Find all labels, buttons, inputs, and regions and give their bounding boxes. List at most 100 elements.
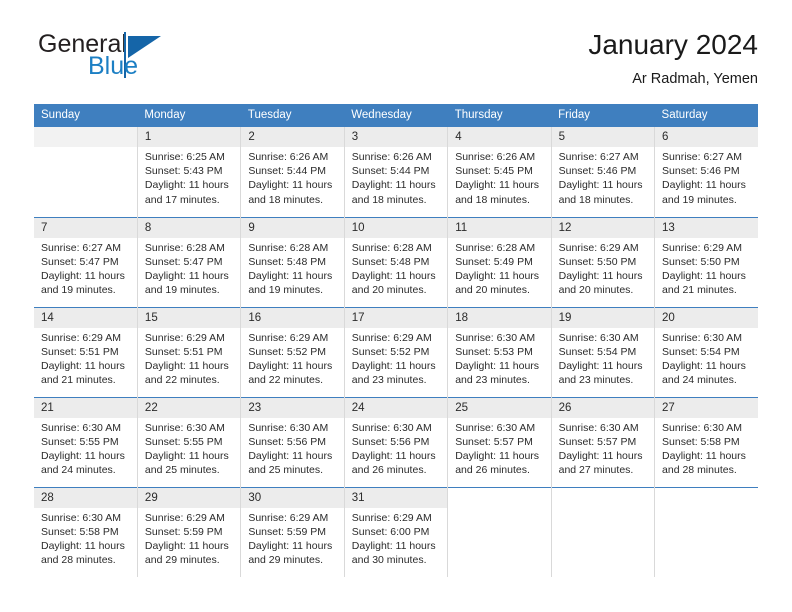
daylight-text: Daylight: 11 hours and 29 minutes. (144, 539, 229, 567)
calendar-day-cell[interactable]: 11 Sunrise: 6:28 AM Sunset: 5:49 PM Dayligh… (447, 216, 552, 307)
day-details: Sunrise: 6:26 AM Sunset: 5:45 PM Daylight:… (448, 147, 550, 207)
day-number: 24 (344, 397, 448, 418)
day-details: Sunrise: 6:29 AM Sunset: 5:52 PM Daylight:… (345, 328, 447, 388)
calendar-day-cell[interactable]: 26 Sunrise: 6:30 AM Sunset: 5:57 PM Dayligh… (551, 396, 656, 487)
sunrise-text: Sunrise: 6:30 AM (662, 331, 742, 344)
calendar-day-cell[interactable]: 31 Sunrise: 6:29 AM Sunset: 6:00 PM Dayligh… (344, 486, 449, 577)
daylight-text: Daylight: 11 hours and 26 minutes. (351, 449, 436, 477)
daylight-text: Daylight: 11 hours and 19 minutes. (248, 269, 333, 297)
calendar-day-cell[interactable]: 18 Sunrise: 6:30 AM Sunset: 5:53 PM Dayligh… (447, 306, 552, 397)
sunset-text: Sunset: 6:00 PM (351, 525, 430, 538)
calendar-day-cell[interactable]: 12 Sunrise: 6:29 AM Sunset: 5:50 PM Dayligh… (551, 216, 656, 307)
sunset-text: Sunset: 5:48 PM (351, 255, 430, 268)
sunset-text: Sunset: 5:56 PM (351, 435, 430, 448)
calendar-day-cell[interactable]: 14 Sunrise: 6:29 AM Sunset: 5:51 PM Dayligh… (34, 306, 138, 397)
day-number: 28 (34, 487, 137, 508)
sunrise-text: Sunrise: 6:30 AM (41, 511, 121, 524)
calendar-day-cell[interactable]: 7 Sunrise: 6:27 AM Sunset: 5:47 PM Daylight… (34, 216, 138, 307)
day-number: 11 (448, 217, 551, 238)
sunset-text: Sunset: 5:58 PM (662, 435, 740, 448)
calendar-day-cell[interactable]: 25 Sunrise: 6:30 AM Sunset: 5:57 PM Dayligh… (447, 396, 552, 487)
day-number: 12 (551, 217, 655, 238)
sunrise-text: Sunrise: 6:30 AM (248, 421, 329, 434)
sunrise-text: Sunrise: 6:30 AM (144, 421, 225, 434)
daylight-text: Daylight: 11 hours and 19 minutes. (662, 179, 746, 206)
calendar-week-row: 1 Sunrise: 6:25 AM Sunset: 5:43 PM Daylight… (34, 127, 758, 217)
day-number: 10 (344, 217, 448, 238)
sunrise-text: Sunrise: 6:30 AM (558, 331, 639, 344)
calendar-day-cell[interactable]: 29 Sunrise: 6:29 AM Sunset: 5:59 PM Dayligh… (137, 486, 242, 577)
calendar-day-cell[interactable]: 20 Sunrise: 6:30 AM Sunset: 5:54 PM Dayligh… (654, 306, 758, 397)
calendar-day-cell[interactable]: 19 Sunrise: 6:30 AM Sunset: 5:54 PM Dayligh… (551, 306, 656, 397)
general-blue-logo[interactable]: General Blue (34, 28, 244, 90)
calendar-day-cell[interactable]: 16 Sunrise: 6:29 AM Sunset: 5:52 PM Dayligh… (240, 306, 345, 397)
day-details: Sunrise: 6:29 AM Sunset: 5:59 PM Daylight:… (241, 508, 343, 568)
sunset-text: Sunset: 5:47 PM (144, 255, 223, 268)
sunrise-text: Sunrise: 6:30 AM (662, 421, 742, 434)
calendar-day-cell[interactable]: 22 Sunrise: 6:30 AM Sunset: 5:55 PM Dayligh… (137, 396, 242, 487)
day-details: Sunrise: 6:27 AM Sunset: 5:46 PM Daylight:… (552, 147, 654, 207)
calendar-day-cell[interactable]: 5 Sunrise: 6:27 AM Sunset: 5:46 PM Daylight… (551, 127, 656, 217)
day-details: Sunrise: 6:30 AM Sunset: 5:55 PM Daylight:… (34, 418, 137, 478)
day-number: 26 (551, 397, 655, 418)
day-number: 31 (344, 487, 448, 508)
daylight-text: Daylight: 11 hours and 30 minutes. (351, 539, 436, 567)
day-number: 23 (241, 397, 344, 418)
calendar-day-cell[interactable]: 13 Sunrise: 6:29 AM Sunset: 5:50 PM Dayligh… (654, 216, 758, 307)
day-number: 16 (241, 307, 344, 328)
sunset-text: Sunset: 5:47 PM (41, 255, 119, 268)
daylight-text: Daylight: 11 hours and 28 minutes. (662, 449, 746, 477)
sunrise-text: Sunrise: 6:30 AM (455, 331, 536, 344)
day-details: Sunrise: 6:30 AM Sunset: 5:56 PM Daylight:… (241, 418, 343, 478)
weekday-header-thursday: Thursday (447, 104, 552, 127)
sunset-text: Sunset: 5:51 PM (144, 345, 223, 358)
calendar-day-cell[interactable]: 10 Sunrise: 6:28 AM Sunset: 5:48 PM Dayligh… (344, 216, 449, 307)
day-number: 18 (448, 307, 551, 328)
calendar-day-cell[interactable]: 24 Sunrise: 6:30 AM Sunset: 5:56 PM Dayligh… (344, 396, 449, 487)
sunrise-text: Sunrise: 6:29 AM (144, 511, 225, 524)
calendar-cell-empty (34, 127, 138, 217)
sunset-text: Sunset: 5:45 PM (455, 165, 533, 178)
calendar-day-cell[interactable]: 1 Sunrise: 6:25 AM Sunset: 5:43 PM Daylight… (137, 127, 242, 217)
calendar-day-cell[interactable]: 6 Sunrise: 6:27 AM Sunset: 5:46 PM Daylight… (654, 127, 758, 217)
calendar-week-row: 21 Sunrise: 6:30 AM Sunset: 5:55 PM Dayligh… (34, 396, 758, 487)
calendar-day-cell[interactable]: 17 Sunrise: 6:29 AM Sunset: 5:52 PM Dayligh… (344, 306, 449, 397)
day-details: Sunrise: 6:30 AM Sunset: 5:57 PM Daylight:… (552, 418, 654, 478)
calendar-day-cell[interactable]: 30 Sunrise: 6:29 AM Sunset: 5:59 PM Dayligh… (240, 486, 345, 577)
day-details: Sunrise: 6:28 AM Sunset: 5:47 PM Daylight:… (138, 238, 240, 298)
calendar-day-cell[interactable]: 21 Sunrise: 6:30 AM Sunset: 5:55 PM Dayligh… (34, 396, 138, 487)
day-number: 21 (34, 397, 137, 418)
calendar-day-cell[interactable]: 8 Sunrise: 6:28 AM Sunset: 5:47 PM Daylight… (137, 216, 242, 307)
day-number: 3 (344, 127, 448, 147)
sunrise-text: Sunrise: 6:27 AM (558, 151, 639, 163)
daylight-text: Daylight: 11 hours and 21 minutes. (662, 269, 746, 297)
day-details: Sunrise: 6:29 AM Sunset: 5:50 PM Daylight:… (655, 238, 758, 298)
daylight-text: Daylight: 11 hours and 18 minutes. (558, 179, 643, 206)
calendar-day-cell[interactable]: 2 Sunrise: 6:26 AM Sunset: 5:44 PM Daylight… (240, 127, 345, 217)
daylight-text: Daylight: 11 hours and 24 minutes. (41, 449, 125, 477)
sunset-text: Sunset: 5:50 PM (662, 255, 740, 268)
calendar-week-row: 7 Sunrise: 6:27 AM Sunset: 5:47 PM Daylight… (34, 216, 758, 307)
sunrise-text: Sunrise: 6:27 AM (662, 151, 742, 163)
calendar-day-cell[interactable]: 9 Sunrise: 6:28 AM Sunset: 5:48 PM Daylight… (240, 216, 345, 307)
calendar-day-cell[interactable]: 4 Sunrise: 6:26 AM Sunset: 5:45 PM Daylight… (447, 127, 552, 217)
calendar-page: General Blue January 2024 Ar Radmah, Yem… (0, 0, 792, 612)
day-details: Sunrise: 6:30 AM Sunset: 5:58 PM Daylight:… (34, 508, 137, 568)
calendar-cell-empty (447, 486, 552, 577)
brand-name-blue: Blue (88, 52, 139, 80)
calendar-day-cell[interactable]: 23 Sunrise: 6:30 AM Sunset: 5:56 PM Dayligh… (240, 396, 345, 487)
sunset-text: Sunset: 5:56 PM (248, 435, 326, 448)
day-number: 6 (655, 127, 758, 147)
sunset-text: Sunset: 5:57 PM (455, 435, 533, 448)
calendar-day-cell[interactable]: 15 Sunrise: 6:29 AM Sunset: 5:51 PM Dayligh… (137, 306, 242, 397)
day-details: Sunrise: 6:30 AM Sunset: 5:53 PM Daylight:… (448, 328, 550, 388)
sunset-text: Sunset: 5:53 PM (455, 345, 533, 358)
sunrise-text: Sunrise: 6:28 AM (144, 241, 225, 254)
calendar-day-cell[interactable]: 3 Sunrise: 6:26 AM Sunset: 5:44 PM Daylight… (344, 127, 449, 217)
calendar-day-cell[interactable]: 27 Sunrise: 6:30 AM Sunset: 5:58 PM Dayligh… (654, 396, 758, 487)
sunset-text: Sunset: 5:48 PM (248, 255, 326, 268)
calendar-day-cell[interactable]: 28 Sunrise: 6:30 AM Sunset: 5:58 PM Dayligh… (34, 486, 138, 577)
day-number: 14 (34, 307, 137, 328)
daylight-text: Daylight: 11 hours and 27 minutes. (558, 449, 643, 477)
calendar-header-row: Sunday Monday Tuesday Wednesday Thursday Frid… (34, 104, 758, 127)
